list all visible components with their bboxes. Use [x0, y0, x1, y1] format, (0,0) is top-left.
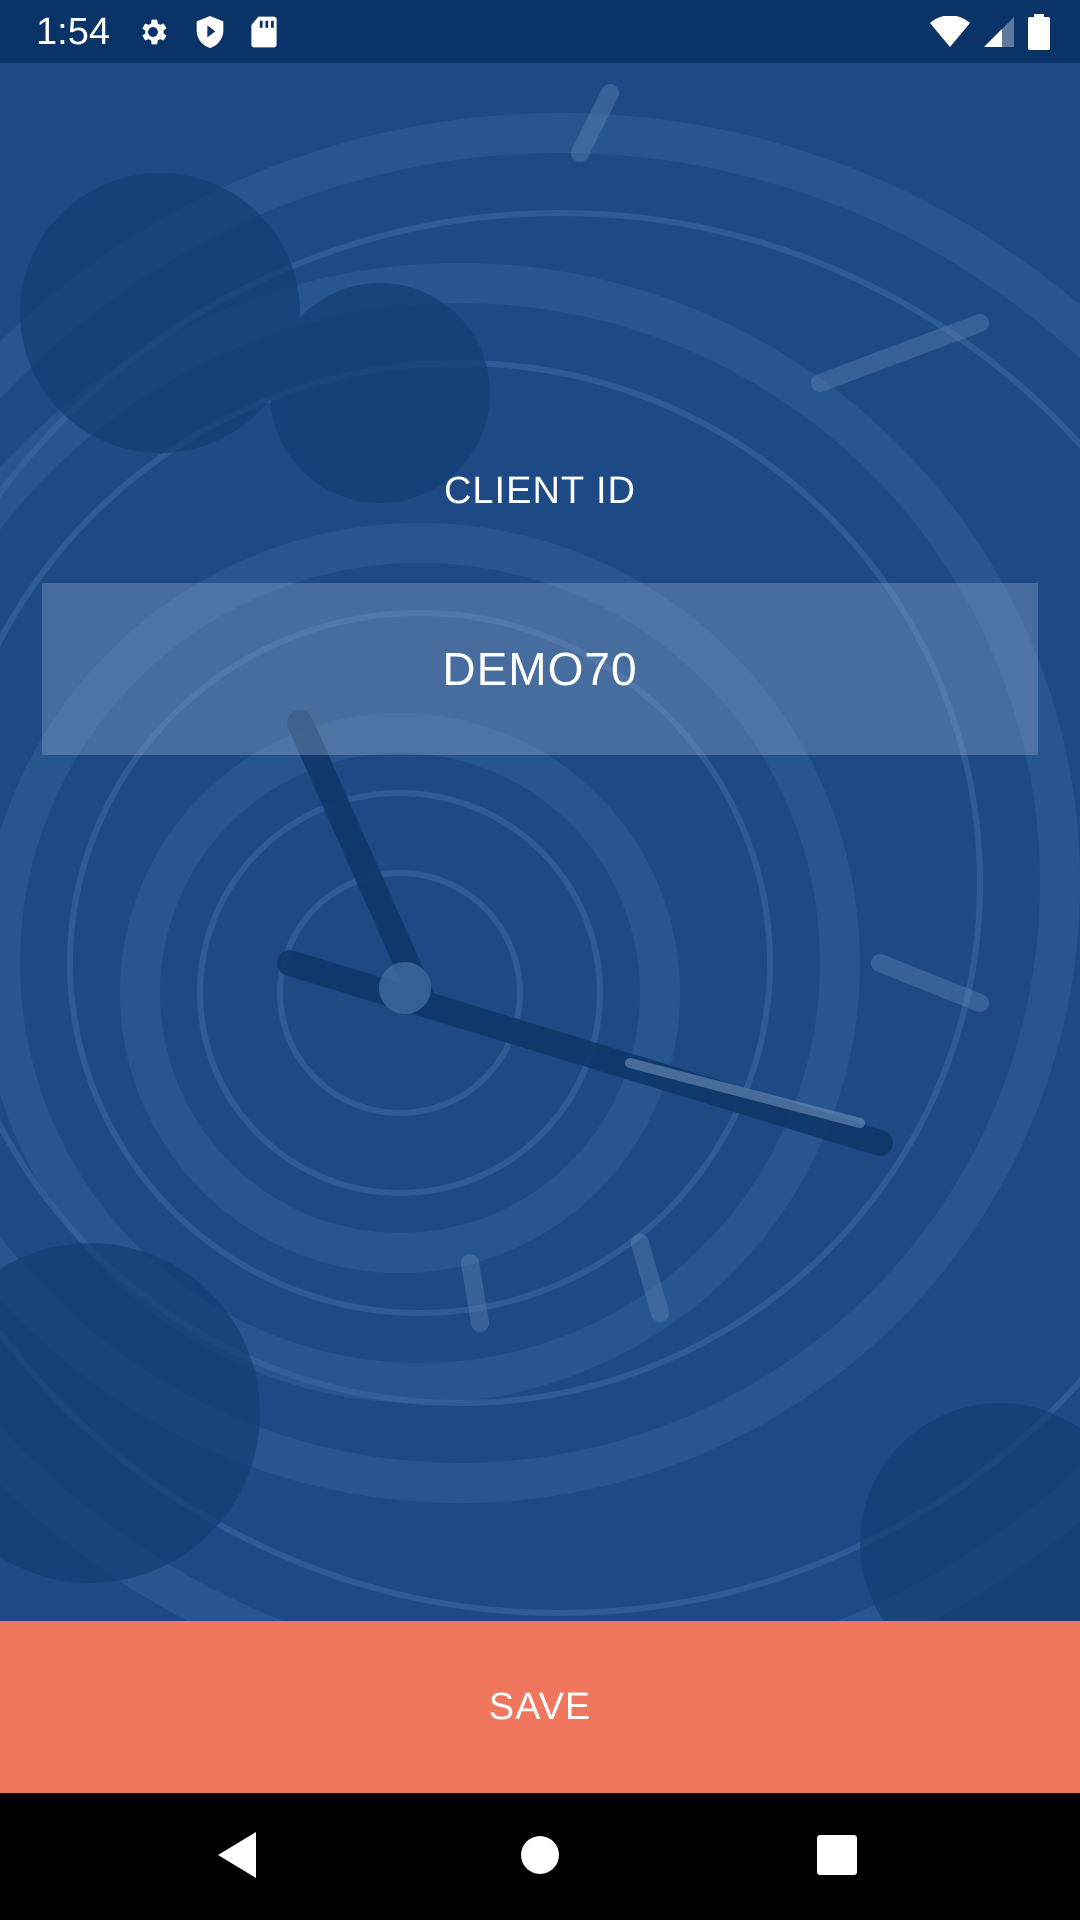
navigation-bar [0, 1793, 1080, 1920]
back-icon [216, 1830, 260, 1885]
status-left-icons [136, 12, 302, 52]
cell-signal-icon [984, 17, 1014, 47]
client-id-input[interactable] [88, 641, 992, 697]
wifi-icon [930, 16, 970, 48]
home-button[interactable] [504, 1821, 576, 1893]
watch-background-image [0, 63, 1080, 1621]
home-icon [520, 1835, 560, 1880]
main-area: CLIENT ID [0, 63, 1080, 1621]
recents-icon [817, 1834, 857, 1880]
status-bar: 1:54 [0, 0, 1080, 63]
screen: 1:54 CLIENT ID DEMO70 SAVE [0, 0, 1080, 1920]
sd-card-icon [250, 15, 278, 49]
status-right-icons [916, 12, 1050, 52]
save-button[interactable]: SAVE [0, 1621, 1080, 1793]
back-button[interactable] [202, 1821, 274, 1893]
battery-icon [1028, 14, 1050, 50]
client-id-field[interactable] [42, 583, 1038, 755]
save-button-label: SAVE [488, 1685, 592, 1728]
gear-icon [136, 15, 170, 49]
recents-button[interactable] [801, 1821, 873, 1893]
shield-icon [194, 14, 226, 50]
status-time: 1:54 [36, 11, 110, 53]
client-id-label: CLIENT ID [443, 470, 636, 512]
